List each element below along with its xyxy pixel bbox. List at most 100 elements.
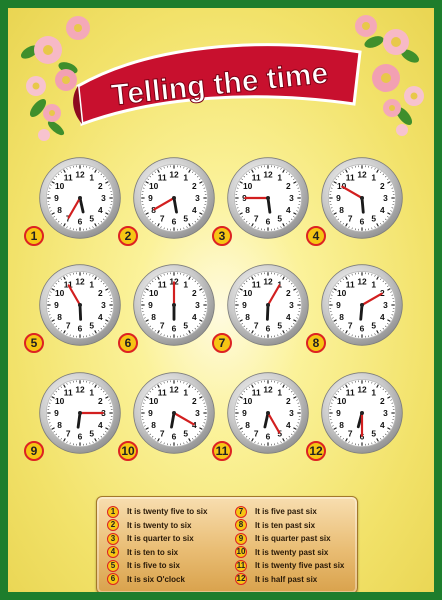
clock-numeral: 9 [336,300,341,310]
clock-numeral: 12 [169,385,179,395]
clock-numeral: 8 [339,205,344,215]
clock-numeral: 9 [242,300,247,310]
clock-numeral: 8 [339,312,344,322]
clock-number-badge: 10 [118,441,138,461]
clock-numeral: 6 [360,324,365,334]
answer-text: It is quarter to six [127,534,194,544]
clock-number-badge: 9 [24,441,44,461]
clock-numeral: 1 [183,280,188,290]
clock-numeral: 10 [55,288,65,298]
answer-number-badge: 4 [107,546,119,559]
clock-numeral: 3 [195,193,200,203]
clock-number-badge: 12 [306,441,326,461]
clock-numeral: 9 [148,408,153,418]
clock-numeral: 7 [348,428,353,438]
clock-face: 123456789101112 [227,372,309,454]
clock-numeral: 6 [266,217,271,227]
answer-number-badge: 7 [235,505,247,518]
clock-numeral: 2 [98,181,103,191]
clock-numeral: 4 [286,420,291,430]
clock-numeral: 6 [360,217,365,227]
clock-numeral: 4 [380,420,385,430]
clock-number-badge: 4 [306,226,326,246]
clock-numeral: 11 [252,173,261,183]
answer-column-left: 1 It is twenty five to six 2 It is twenty t… [107,505,207,586]
clock-numeral: 2 [286,181,291,191]
answer-text: It is five to six [127,561,180,571]
answer-number-badge: 3 [107,532,119,545]
flower-decoration-left [20,16,90,141]
clock-numeral: 7 [254,428,259,438]
clock-face: 123456789101112 [39,264,121,346]
clock-numeral: 3 [383,300,388,310]
clock-numeral: 11 [158,280,167,290]
clock-numeral: 12 [263,170,273,180]
clock-numeral: 1 [89,280,94,290]
answer-key-panel: 1 It is twenty five to six 2 It is twenty t… [96,496,358,592]
clock-numeral: 4 [380,205,385,215]
clock-numeral: 7 [160,320,165,330]
clock-item: 12345678910111212 [306,371,404,461]
clock-face: 123456789101112 [39,157,121,239]
answer-column-right: 7 It is five past six 8 It is ten past six 9… [235,505,344,586]
clock-numeral: 12 [357,385,367,395]
clock-numeral: 6 [266,324,271,334]
clock-numeral: 11 [346,280,355,290]
answer-row: 5 It is five to six [107,559,207,573]
clock-numeral: 1 [183,173,188,183]
clock-numeral: 2 [380,396,385,406]
clock-numeral: 1 [89,173,94,183]
clock-numeral: 11 [346,173,355,183]
clock-numeral: 10 [149,396,159,406]
clock-numeral: 8 [245,420,250,430]
clock-numeral: 8 [57,312,62,322]
clock-face: 123456789101112 [133,264,215,346]
flower-decoration-right [355,15,424,136]
clock-numeral: 3 [383,408,388,418]
clock-numeral: 2 [286,288,291,298]
clock-numeral: 12 [75,277,85,287]
clock-item: 1234567891011127 [212,263,310,353]
answer-number-badge: 8 [235,519,247,532]
clock-numeral: 10 [337,288,347,298]
clock-numeral: 3 [101,300,106,310]
answer-text: It is five past six [255,507,317,517]
clock-numeral: 2 [380,181,385,191]
answer-text: It is half past six [255,574,318,584]
answer-row: 11 It is twenty five past six [235,559,344,573]
clock-numeral: 6 [78,432,83,442]
clock-numeral: 6 [172,324,177,334]
clock-numeral: 2 [98,396,103,406]
clock-numeral: 4 [380,312,385,322]
clock-numeral: 10 [55,396,65,406]
answer-text: It is twenty five to six [127,507,208,517]
clock-numeral: 5 [277,213,282,223]
answer-text: It is twenty past six [255,547,329,557]
clock-numeral: 3 [383,193,388,203]
clock-number-badge: 8 [306,333,326,353]
clock-numeral: 6 [78,217,83,227]
answer-number-badge: 6 [107,573,119,586]
clock-numeral: 7 [254,320,259,330]
clock-numeral: 1 [277,173,282,183]
clock-numeral: 9 [148,193,153,203]
clock-face: 123456789101112 [39,372,121,454]
clock-numeral: 8 [57,205,62,215]
answer-row: 12 It is half past six [235,573,344,587]
clock-item: 1234567891011125 [24,263,122,353]
answer-number-badge: 5 [107,559,119,572]
answer-text: It is twenty to six [127,520,192,530]
clock-numeral: 11 [158,173,167,183]
clock-numeral: 9 [54,193,59,203]
clock-numeral: 3 [289,193,294,203]
clock-numeral: 11 [346,388,355,398]
clock-numeral: 7 [348,320,353,330]
clock-numeral: 5 [371,213,376,223]
clock-number-badge: 7 [212,333,232,353]
answer-row: 10 It is twenty past six [235,546,344,560]
clock-face: 123456789101112 [227,157,309,239]
answer-row: 3 It is quarter to six [107,532,207,546]
clock-numeral: 5 [89,428,94,438]
answer-text: It is twenty five past six [255,561,345,571]
clock-numeral: 7 [160,428,165,438]
